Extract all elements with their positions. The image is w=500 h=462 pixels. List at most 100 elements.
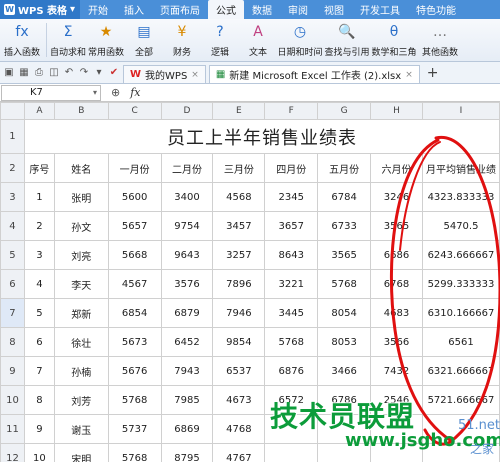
- header-cell[interactable]: 二月份: [160, 153, 214, 183]
- data-cell[interactable]: 5: [23, 298, 55, 328]
- row-header[interactable]: 8: [0, 327, 25, 357]
- header-cell[interactable]: 四月份: [264, 153, 319, 183]
- data-cell[interactable]: 8795: [160, 443, 214, 462]
- data-cell[interactable]: 刘芳: [53, 385, 109, 415]
- insert-function-icon[interactable]: fx: [130, 86, 140, 99]
- data-cell[interactable]: 5676: [107, 356, 162, 386]
- data-cell[interactable]: 9643: [160, 240, 214, 270]
- ribbon-button-5[interactable]: ? 逻辑: [201, 19, 239, 61]
- tab-0[interactable]: 开始: [80, 0, 116, 19]
- undo-icon[interactable]: ↶: [63, 67, 75, 79]
- data-cell[interactable]: 6537: [212, 356, 266, 386]
- header-cell[interactable]: 月平均销售业绩: [421, 153, 500, 183]
- data-cell[interactable]: 5299.333333: [421, 269, 500, 299]
- name-box[interactable]: K7 ▾: [1, 84, 101, 101]
- row-header[interactable]: 7: [0, 298, 25, 328]
- data-cell[interactable]: 5768: [317, 269, 372, 299]
- data-cell[interactable]: 1: [23, 182, 55, 212]
- data-cell[interactable]: 7943: [160, 356, 214, 386]
- data-cell[interactable]: 5470.5: [421, 211, 500, 241]
- data-cell[interactable]: 3445: [264, 298, 319, 328]
- row-header[interactable]: 10: [0, 385, 25, 415]
- app-menu-button[interactable]: W WPS 表格 ▾: [0, 0, 80, 19]
- ribbon-button-9[interactable]: θ 数学和三角: [371, 19, 417, 61]
- data-cell[interactable]: 6733: [317, 211, 372, 241]
- ribbon-button-4[interactable]: ¥ 财务: [163, 19, 201, 61]
- data-cell[interactable]: 4567: [107, 269, 162, 299]
- data-cell[interactable]: 8054: [317, 298, 372, 328]
- data-cell[interactable]: 4767: [212, 443, 266, 462]
- data-cell[interactable]: 2: [23, 211, 55, 241]
- tab-2[interactable]: 页面布局: [152, 0, 208, 19]
- format-painter-icon[interactable]: ✔: [108, 67, 120, 79]
- zoom-icon[interactable]: ⊕: [111, 86, 120, 99]
- ribbon-button-0[interactable]: fx 插入函数: [0, 19, 44, 61]
- data-cell[interactable]: 4568: [212, 182, 266, 212]
- data-cell[interactable]: 3221: [264, 269, 319, 299]
- data-cell[interactable]: 3565: [317, 240, 372, 270]
- data-cell[interactable]: 6: [23, 327, 55, 357]
- row-header[interactable]: 1: [0, 119, 25, 154]
- header-cell[interactable]: 姓名: [53, 153, 109, 183]
- data-cell[interactable]: 3565: [370, 211, 423, 241]
- row-header[interactable]: 9: [0, 356, 25, 386]
- row-header[interactable]: 11: [0, 414, 25, 444]
- row-header[interactable]: 5: [0, 240, 25, 270]
- preview-icon[interactable]: ◫: [48, 67, 60, 79]
- data-cell[interactable]: 4673: [212, 385, 266, 415]
- data-cell[interactable]: 6243.666667: [421, 240, 500, 270]
- data-cell[interactable]: 8643: [264, 240, 319, 270]
- tab-3[interactable]: 公式: [208, 0, 244, 19]
- close-icon[interactable]: ×: [405, 70, 413, 80]
- data-cell[interactable]: 郑新: [53, 298, 109, 328]
- row-header[interactable]: 4: [0, 211, 25, 241]
- column-header[interactable]: H: [370, 102, 423, 120]
- header-cell[interactable]: 三月份: [212, 153, 266, 183]
- column-header[interactable]: F: [264, 102, 319, 120]
- header-cell[interactable]: 一月份: [107, 153, 162, 183]
- data-cell[interactable]: 5657: [107, 211, 162, 241]
- data-cell[interactable]: 7946: [212, 298, 266, 328]
- ribbon-button-7[interactable]: ◷ 日期和时间: [277, 19, 323, 61]
- data-cell[interactable]: 3466: [317, 356, 372, 386]
- data-cell[interactable]: 6879: [160, 298, 214, 328]
- row-header[interactable]: 6: [0, 269, 25, 299]
- data-cell[interactable]: 7432: [370, 356, 423, 386]
- data-cell[interactable]: 7: [23, 356, 55, 386]
- spreadsheet-grid[interactable]: A B C D E F G H I 1 员工上半年销售业绩表 2 序号 姓名 一月份 二月份 三月份 四月份 五月份…: [0, 102, 500, 462]
- data-cell[interactable]: 9854: [212, 327, 266, 357]
- data-cell[interactable]: 5600: [107, 182, 162, 212]
- ribbon-button-6[interactable]: A 文本: [239, 19, 277, 61]
- column-header[interactable]: D: [160, 102, 214, 120]
- data-cell[interactable]: 6876: [264, 356, 319, 386]
- data-cell[interactable]: 6310.166667: [421, 298, 500, 328]
- data-cell[interactable]: 6768: [370, 269, 423, 299]
- data-cell[interactable]: 8: [23, 385, 55, 415]
- ribbon-button-10[interactable]: … 其他函数: [417, 19, 463, 61]
- column-header[interactable]: B: [53, 102, 109, 120]
- data-cell[interactable]: 7985: [160, 385, 214, 415]
- data-cell[interactable]: 6561: [421, 327, 500, 357]
- data-cell[interactable]: 7896: [212, 269, 266, 299]
- data-cell[interactable]: 孙文: [53, 211, 109, 241]
- doc-tab-mywps[interactable]: W 我的WPS ×: [123, 65, 206, 83]
- data-cell[interactable]: 8053: [317, 327, 372, 357]
- data-cell[interactable]: 4: [23, 269, 55, 299]
- data-cell[interactable]: 4323.833333: [421, 182, 500, 212]
- ribbon-button-8[interactable]: 🔍 查找与引用: [323, 19, 371, 61]
- tab-5[interactable]: 审阅: [280, 0, 316, 19]
- data-cell[interactable]: 3576: [160, 269, 214, 299]
- doc-tab-workbook[interactable]: ▦ 新建 Microsoft Excel 工作表 (2).xlsx ×: [208, 65, 420, 83]
- data-cell[interactable]: 6321.666667: [421, 356, 500, 386]
- data-cell[interactable]: 6784: [317, 182, 372, 212]
- data-cell[interactable]: 9: [23, 414, 55, 444]
- row-header[interactable]: 2: [0, 153, 25, 183]
- data-cell[interactable]: 6854: [107, 298, 162, 328]
- formula-input[interactable]: [141, 85, 500, 101]
- data-cell[interactable]: 6686: [370, 240, 423, 270]
- header-cell[interactable]: 序号: [23, 153, 55, 183]
- data-cell[interactable]: 6869: [160, 414, 214, 444]
- tab-8[interactable]: 特色功能: [408, 0, 464, 19]
- data-cell[interactable]: 5768: [107, 385, 162, 415]
- new-tab-button[interactable]: +: [423, 65, 443, 81]
